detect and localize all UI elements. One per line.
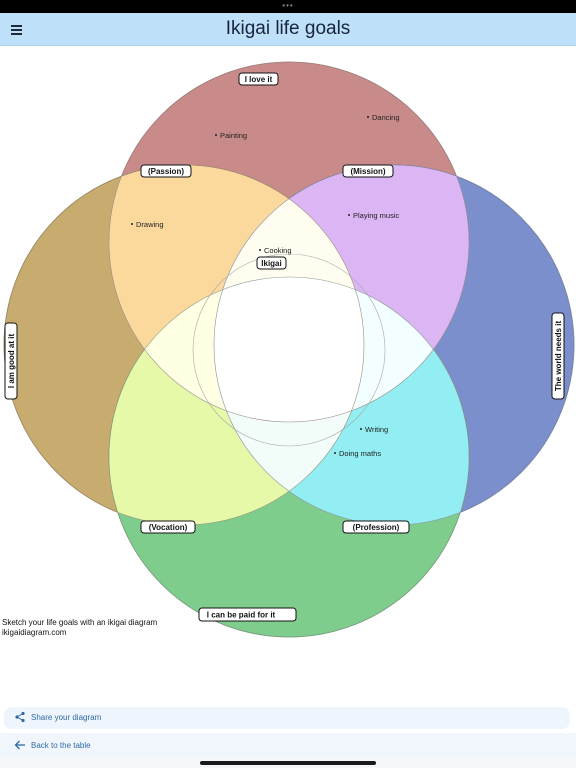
label-ikigai[interactable]: Ikigai	[256, 256, 287, 270]
back-label: Back to the table	[31, 741, 91, 750]
label-i-love-it[interactable]: I love it	[238, 72, 279, 86]
ikigai-diagram: I love it I am good at it The world need…	[3, 61, 575, 638]
svg-text:I love it: I love it	[245, 75, 273, 84]
label-profession[interactable]: (Profession)	[342, 520, 410, 534]
item-drawing[interactable]: Drawing	[136, 220, 164, 229]
label-vocation[interactable]: (Vocation)	[140, 520, 196, 534]
item-cooking[interactable]: Cooking	[264, 246, 292, 255]
app-header: Ikigai life goals	[0, 13, 576, 46]
label-the-world-needs-it[interactable]: The world needs it	[551, 312, 565, 400]
arrow-left-icon	[14, 740, 25, 750]
share-label: Share your diagram	[31, 713, 102, 722]
svg-text:(Mission): (Mission)	[350, 167, 385, 176]
item-dancing[interactable]: Dancing	[372, 113, 400, 122]
svg-text:I am good at it: I am good at it	[7, 334, 16, 389]
caption-line-1: Sketch your life goals with an ikigai di…	[2, 618, 158, 627]
label-i-can-be-paid-for-it[interactable]: I can be paid for it	[198, 607, 297, 622]
svg-text:(Profession): (Profession)	[353, 523, 400, 532]
item-doing-maths[interactable]: Doing maths	[339, 449, 381, 458]
back-button[interactable]: Back to the table	[0, 733, 576, 757]
svg-text:Ikigai: Ikigai	[261, 259, 281, 268]
label-mission[interactable]: (Mission)	[342, 164, 394, 178]
caption: Sketch your life goals with an ikigai di…	[2, 618, 157, 638]
multitasking-indicator[interactable]: •••	[0, 1, 576, 11]
share-icon	[15, 711, 25, 723]
home-indicator[interactable]	[200, 761, 376, 765]
label-i-am-good-at-it[interactable]: I am good at it	[4, 322, 18, 400]
item-writing[interactable]: Writing	[365, 425, 388, 434]
svg-text:The world needs it: The world needs it	[554, 321, 563, 392]
item-playing-music[interactable]: Playing music	[353, 211, 400, 220]
share-button[interactable]: Share your diagram	[4, 707, 570, 729]
svg-text:(Passion): (Passion)	[148, 167, 184, 176]
label-passion[interactable]: (Passion)	[140, 164, 192, 178]
caption-link[interactable]: ikigaidiagram.com	[2, 628, 157, 638]
item-painting[interactable]: Painting	[220, 131, 247, 140]
svg-text:I can be paid for it: I can be paid for it	[207, 611, 276, 620]
svg-text:(Vocation): (Vocation)	[149, 523, 188, 532]
page-title: Ikigai life goals	[225, 18, 351, 39]
status-bar: •••	[0, 0, 576, 13]
